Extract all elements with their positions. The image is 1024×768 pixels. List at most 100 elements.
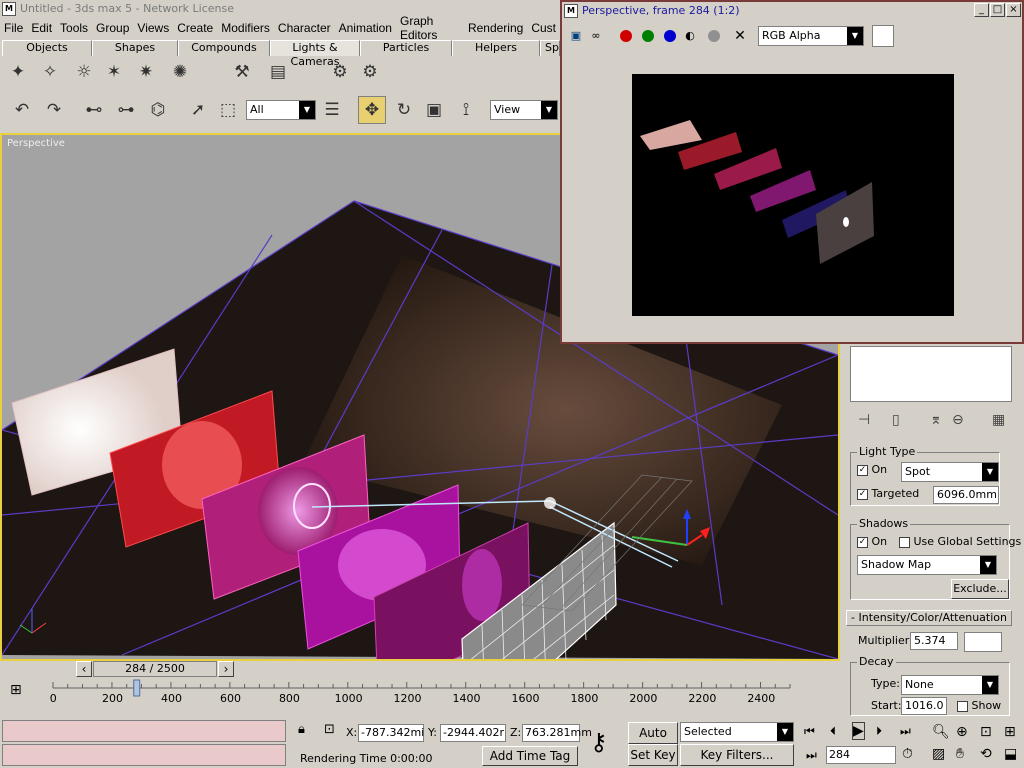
time-configuration-icon[interactable]: ⏱ xyxy=(902,746,913,762)
menu-customize[interactable]: Cust xyxy=(527,21,560,35)
clear-icon[interactable]: ✕ xyxy=(732,28,748,44)
lock-selection-icon[interactable]: 🔒︎ xyxy=(298,722,305,737)
maximize-button[interactable]: □ xyxy=(990,3,1005,17)
tab-space-warps[interactable]: Sp xyxy=(540,40,560,56)
multiplier-input[interactable]: 5.374 xyxy=(910,632,958,650)
free-spot-icon[interactable]: ✧ xyxy=(36,58,64,86)
redo-icon[interactable]: ↷ xyxy=(40,96,68,124)
menu-graph-editors[interactable]: Graph Editors xyxy=(396,14,464,42)
light-color-swatch[interactable] xyxy=(964,632,1002,652)
channel-dropdown[interactable]: RGB Alpha ▼ xyxy=(758,26,864,46)
menu-group[interactable]: Group xyxy=(92,21,133,35)
next-frame-icon[interactable]: ⏵ xyxy=(876,724,882,739)
blue-channel-icon[interactable] xyxy=(664,30,676,42)
targeted-checkbox[interactable]: ✓ Targeted xyxy=(857,487,919,500)
select-manipulate-icon[interactable]: ⟟ xyxy=(452,96,480,124)
light-on-checkbox[interactable]: ✓ On xyxy=(857,463,887,476)
light-lister-icon[interactable]: ⚒ xyxy=(228,58,256,86)
mono-icon[interactable] xyxy=(708,30,720,42)
track-bar[interactable]: ⊞ 0 200 400 600 800 1000 1200 1400 1600 1800 2000 2… xyxy=(0,678,840,716)
y-coord-input[interactable]: -2944.402r xyxy=(440,724,506,742)
maxscript-listener-top[interactable] xyxy=(2,720,286,742)
tab-objects[interactable]: Objects xyxy=(2,40,92,56)
tab-lights-cameras[interactable]: Lights & Cameras xyxy=(270,40,360,68)
make-unique-icon[interactable]: ⌆ xyxy=(930,412,942,428)
menu-character[interactable]: Character xyxy=(274,21,335,35)
select-by-name-icon[interactable]: ☰ xyxy=(318,96,346,124)
prev-frame-arrow-icon[interactable]: ‹ xyxy=(76,661,92,677)
tab-shapes[interactable]: Shapes xyxy=(92,40,178,56)
x-coord-input[interactable]: -787.342mi xyxy=(358,724,424,742)
menu-file[interactable]: File xyxy=(0,21,27,35)
menu-views[interactable]: Views xyxy=(133,21,173,35)
ref-coord-dropdown[interactable]: View ▼ xyxy=(490,100,558,120)
target-camera-icon[interactable]: ⚙ xyxy=(326,58,354,86)
auto-key-button[interactable]: Auto Key xyxy=(628,722,678,760)
current-frame-input[interactable]: 284 xyxy=(826,746,896,764)
absolute-mode-icon[interactable]: ⊡ xyxy=(324,722,335,737)
minimize-button[interactable]: _ xyxy=(974,3,989,17)
menu-modifiers[interactable]: Modifiers xyxy=(217,21,274,35)
light-include-icon[interactable]: ▤ xyxy=(264,58,292,86)
zoom-extents-icon[interactable]: ⊡ xyxy=(980,724,992,740)
zoom-all-icon[interactable]: ⊕ xyxy=(956,724,968,740)
bind-space-warp-icon[interactable]: ⌬ xyxy=(144,96,172,124)
set-key-button[interactable]: Set Key xyxy=(628,744,678,766)
red-channel-icon[interactable] xyxy=(620,30,632,42)
select-and-move-icon[interactable]: ✥ xyxy=(358,96,386,124)
select-link-icon[interactable]: ⊷ xyxy=(80,96,108,124)
menu-edit[interactable]: Edit xyxy=(27,21,56,35)
free-direct-icon[interactable]: ✷ xyxy=(132,58,160,86)
target-direct-icon[interactable]: ✶ xyxy=(100,58,128,86)
undo-icon[interactable]: ↶ xyxy=(8,96,36,124)
prev-frame-icon[interactable]: ⏴ xyxy=(830,724,836,739)
current-frame-marker[interactable] xyxy=(133,679,141,697)
time-slider[interactable]: 284 / 2500 xyxy=(93,661,217,677)
menu-animation[interactable]: Animation xyxy=(335,21,396,35)
key-mode-toggle-icon[interactable]: ⏭ xyxy=(806,748,817,763)
select-and-rotate-icon[interactable]: ↻ xyxy=(390,96,418,124)
exclude-button[interactable]: Exclude... xyxy=(951,579,1009,599)
decay-start-input[interactable]: 1016.0 xyxy=(901,697,947,715)
z-coord-input[interactable]: 763.281mm xyxy=(522,724,592,742)
arc-rotate-icon[interactable]: ⟲ xyxy=(980,746,992,762)
key-filters-button[interactable]: Key Filters... xyxy=(680,744,794,766)
menu-create[interactable]: Create xyxy=(173,21,217,35)
green-channel-icon[interactable] xyxy=(642,30,654,42)
zoom-extents-all-icon[interactable]: ⊞ xyxy=(1004,724,1016,740)
decay-show-checkbox[interactable]: Show xyxy=(957,699,1001,712)
pin-stack-icon[interactable]: ⊣ xyxy=(858,412,870,428)
skylight-icon[interactable]: ✺ xyxy=(166,58,194,86)
set-key-mode-icon[interactable]: ⚷ xyxy=(590,728,608,756)
use-global-settings-checkbox[interactable]: Use Global Settings xyxy=(899,535,1021,548)
tab-particles[interactable]: Particles xyxy=(360,40,452,56)
region-select-icon[interactable]: ⬚ xyxy=(214,96,242,124)
tab-helpers[interactable]: Helpers xyxy=(452,40,540,56)
configure-sets-icon[interactable]: ▦ xyxy=(992,412,1005,428)
show-end-result-icon[interactable]: ▯ xyxy=(892,412,900,428)
light-type-dropdown[interactable]: Spot ▼ xyxy=(901,462,999,482)
clone-icon[interactable]: ∞ xyxy=(588,28,604,44)
free-camera-icon[interactable]: ⚙ xyxy=(356,58,384,86)
zoom-icon[interactable]: 🔍︎ xyxy=(932,724,950,740)
key-mode-dropdown[interactable]: Selected ▼ xyxy=(680,722,794,742)
modifier-stack-list[interactable] xyxy=(850,346,1012,402)
next-frame-arrow-icon[interactable]: › xyxy=(218,661,234,677)
viewport-label[interactable]: Perspective xyxy=(7,138,65,149)
go-to-end-icon[interactable]: ⏭ xyxy=(900,724,911,739)
shadows-on-checkbox[interactable]: ✓ On xyxy=(857,535,887,548)
pan-icon[interactable]: ✋︎ xyxy=(956,746,964,762)
play-icon[interactable]: ▶ xyxy=(852,722,865,740)
color-swatch[interactable] xyxy=(872,25,894,47)
target-distance-input[interactable]: 6096.0mm xyxy=(933,486,999,504)
close-button[interactable]: × xyxy=(1006,3,1021,17)
intensity-rollout[interactable]: - Intensity/Color/Attenuation xyxy=(846,610,1012,626)
menu-tools[interactable]: Tools xyxy=(56,21,92,35)
omni-light-icon[interactable]: ☼ xyxy=(70,58,98,86)
remove-modifier-icon[interactable]: ⊖ xyxy=(952,412,964,428)
shadow-type-dropdown[interactable]: Shadow Map ▼ xyxy=(857,555,997,575)
maximize-viewport-icon[interactable]: ⬓ xyxy=(1004,746,1017,762)
add-time-tag-button[interactable]: Add Time Tag xyxy=(482,746,578,766)
decay-type-dropdown[interactable]: None ▼ xyxy=(901,675,999,695)
tab-compounds[interactable]: Compounds xyxy=(178,40,270,56)
